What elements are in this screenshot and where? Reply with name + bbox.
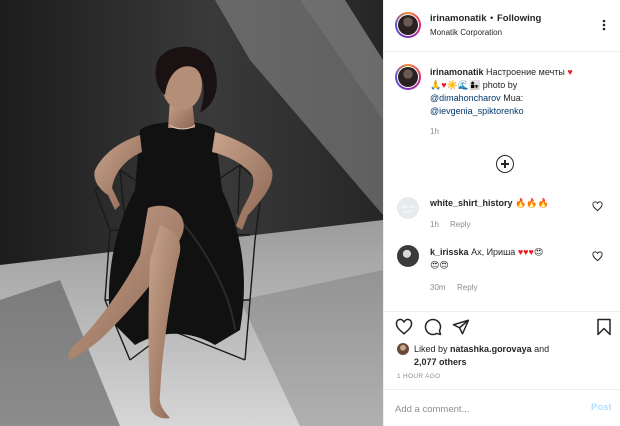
more-horizontal-icon[interactable] <box>598 18 610 32</box>
comment-username[interactable]: k_irisska <box>430 247 469 257</box>
post-header: irinamonatik • Following Monatik Corpora… <box>384 0 620 52</box>
comment-username[interactable]: white_shirt_history <box>430 198 513 208</box>
caption-line-3: Mua: <box>503 93 524 103</box>
instagram-post-view: irinamonatik • Following Monatik Corpora… <box>0 0 620 426</box>
liked-by-avatar[interactable] <box>397 343 409 355</box>
heart-icon[interactable] <box>395 318 413 336</box>
mention-photographer[interactable]: @dimahoncharov <box>430 93 501 103</box>
send-icon[interactable] <box>452 318 470 336</box>
comment-like-heart-icon[interactable] <box>592 201 603 212</box>
comment-like-heart-icon[interactable] <box>592 251 603 262</box>
comment-avatar[interactable] <box>397 245 419 267</box>
following-button[interactable]: Following <box>497 13 541 24</box>
comment-avatar[interactable]: WHITE SHIRT <box>397 197 419 219</box>
author-username[interactable]: irinamonatik <box>430 13 487 24</box>
header-separator: • <box>490 13 494 24</box>
post-location[interactable]: Monatik Corporation <box>430 28 502 37</box>
comment-time: 1h <box>430 220 439 229</box>
caption-username[interactable]: irinamonatik <box>430 67 484 77</box>
reply-button[interactable]: Reply <box>450 220 470 229</box>
caption-avatar[interactable] <box>398 67 418 87</box>
comment-time: 30m <box>430 283 446 292</box>
caption-line-2: photo by <box>482 80 518 90</box>
post-comment-button[interactable]: Post <box>591 402 612 413</box>
liked-by-line: Liked by natashka.gorovaya and <box>414 344 550 354</box>
comment-body: Ах, Ириша <box>471 247 516 257</box>
add-comment-bar: Post <box>384 389 620 426</box>
post-photo[interactable] <box>0 0 383 426</box>
comment-text: k_irisska Ах, Ириша ♥♥♥😍 😍😍 <box>430 246 580 272</box>
photo-artwork <box>0 0 383 426</box>
author-avatar[interactable] <box>398 15 418 35</box>
likes-count[interactable]: 2,077 others <box>414 357 467 367</box>
liked-by-username[interactable]: natashka.gorovaya <box>450 344 532 354</box>
fire-emojis: 🔥🔥🔥 <box>515 198 549 208</box>
caption-text: irinamonatik Настроение мечты ♥ 🙏♥☀️🌊👩‍👧… <box>430 66 610 118</box>
bookmark-icon[interactable] <box>595 318 613 336</box>
reply-button[interactable]: Reply <box>457 283 477 292</box>
comment-text: white_shirt_history 🔥🔥🔥 <box>430 197 600 210</box>
mention-mua[interactable]: @ievgenia_spiktorenko <box>430 106 524 116</box>
comment-icon[interactable] <box>424 318 442 336</box>
emoji-row: 🙏♥☀️🌊👩‍👧 <box>430 80 481 90</box>
add-comment-input[interactable] <box>395 401 575 417</box>
heart-emojis: ♥♥♥ <box>517 247 534 257</box>
red-heart-emoji: ♥ <box>567 67 573 77</box>
post-actions: Liked by natashka.gorovaya and 2,077 oth… <box>384 311 620 391</box>
post-timestamp[interactable]: 1 HOUR AGO <box>397 373 440 380</box>
post-side-panel: irinamonatik • Following Monatik Corpora… <box>383 0 620 426</box>
caption-line-1: Настроение мечты <box>486 67 565 77</box>
plus-circle-icon[interactable] <box>496 155 514 173</box>
caption-time: 1h <box>430 127 439 136</box>
